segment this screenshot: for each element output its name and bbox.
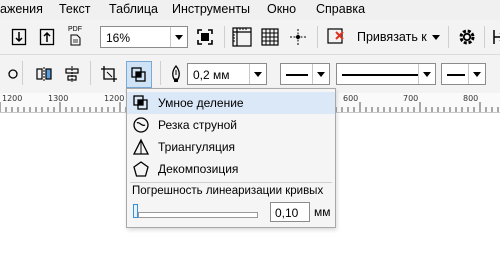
chevron-down-icon[interactable] (418, 64, 435, 84)
menu-text[interactable]: Текст (59, 2, 90, 16)
menu-table[interactable]: Таблица (109, 2, 158, 16)
toolbar-separator (448, 26, 449, 48)
smart-divide-icon (132, 94, 150, 112)
line-preview (342, 74, 418, 76)
ruler-label: 600 (343, 94, 359, 103)
line-preview (447, 74, 465, 76)
tolerance-input[interactable]: 0,10 (270, 202, 310, 222)
tolerance-slider-thumb[interactable] (133, 204, 138, 218)
menu-view[interactable]: ажения (0, 2, 43, 16)
decomposition-icon (132, 160, 150, 178)
chevron-down-icon[interactable] (170, 27, 187, 47)
smart-divide-icon (131, 66, 146, 82)
menu-item-smart-divide[interactable]: Умное деление (127, 92, 335, 114)
align-icon[interactable] (61, 63, 83, 85)
pen-nib-icon[interactable] (165, 63, 187, 85)
ruler-label: 1200 (2, 94, 23, 103)
menu-help[interactable]: Справка (316, 2, 365, 16)
snap-to-label[interactable]: Привязать к (357, 30, 427, 44)
mirror-horizontal-icon[interactable] (33, 63, 55, 85)
toolbar-separator (160, 61, 161, 85)
rulers-icon[interactable] (231, 26, 253, 48)
divide-options-button[interactable] (126, 61, 152, 88)
ruler-label: 1300 (48, 94, 69, 103)
menu-item-string-cut[interactable]: Резка струной (127, 114, 335, 136)
crop-icon[interactable] (98, 63, 120, 85)
line-style-combo[interactable] (336, 63, 436, 85)
menu-item-decomposition[interactable]: Декомпозиция (127, 158, 335, 180)
export-pdf-button[interactable]: PDF (64, 25, 86, 47)
toolbar-separator (484, 26, 485, 48)
chevron-down-icon[interactable] (312, 64, 329, 84)
divide-options-popup: Умное деление Резка струной Триангуляция… (126, 88, 336, 228)
expand-icon[interactable] (488, 26, 500, 48)
grid-icon[interactable] (259, 26, 281, 48)
menu-item-triangulation[interactable]: Триангуляция (127, 136, 335, 158)
toolbar-separator (22, 61, 23, 85)
zoom-combo[interactable]: 16% (100, 26, 188, 48)
standard-toolbar: PDF 16% Привязать к (0, 20, 500, 55)
export-icon[interactable] (36, 26, 58, 48)
menu-tools[interactable]: Инструменты (172, 2, 250, 16)
outline-width-value: 0,2 мм (193, 68, 230, 82)
snap-off-icon[interactable] (325, 26, 347, 48)
tolerance-value: 0,10 (275, 206, 299, 220)
outline-width-combo[interactable]: 0,2 мм (187, 63, 267, 85)
import-icon[interactable] (8, 26, 30, 48)
popup-divider (130, 182, 332, 183)
full-screen-icon[interactable] (194, 26, 216, 48)
menu-item-label: Умное деление (158, 96, 244, 110)
guidelines-icon[interactable] (287, 26, 309, 48)
start-arrow-combo[interactable] (280, 63, 330, 85)
tolerance-slider-track[interactable] (138, 212, 258, 218)
circle-icon[interactable] (2, 63, 24, 85)
line-preview (286, 74, 308, 76)
ruler-label: 700 (403, 94, 419, 103)
tolerance-title: Погрешность линеаризации кривых (132, 185, 324, 197)
zoom-value: 16% (106, 31, 131, 45)
menu-item-label: Декомпозиция (158, 162, 239, 176)
menu-window[interactable]: Окно (267, 2, 296, 16)
chevron-down-icon[interactable] (249, 64, 266, 84)
triangulation-icon (132, 138, 150, 156)
end-arrow-combo[interactable] (441, 63, 486, 85)
menu-item-label: Триангуляция (158, 140, 236, 154)
gear-icon[interactable] (456, 26, 478, 48)
pdf-icon (70, 34, 81, 46)
toolbar-separator (90, 61, 91, 85)
ruler-label: 800 (463, 94, 479, 103)
menu-bar: ажения Текст Таблица Инструменты Окно Сп… (0, 0, 500, 20)
string-cut-icon (132, 116, 150, 134)
ruler-label: 1200 (104, 94, 125, 103)
tolerance-unit: мм (314, 205, 331, 219)
menu-item-label: Резка струной (158, 118, 237, 132)
toolbar-separator (224, 26, 225, 48)
chevron-down-icon[interactable] (432, 35, 440, 40)
pdf-label: PDF (68, 26, 82, 33)
toolbar-separator (317, 26, 318, 48)
chevron-down-icon[interactable] (468, 64, 485, 84)
